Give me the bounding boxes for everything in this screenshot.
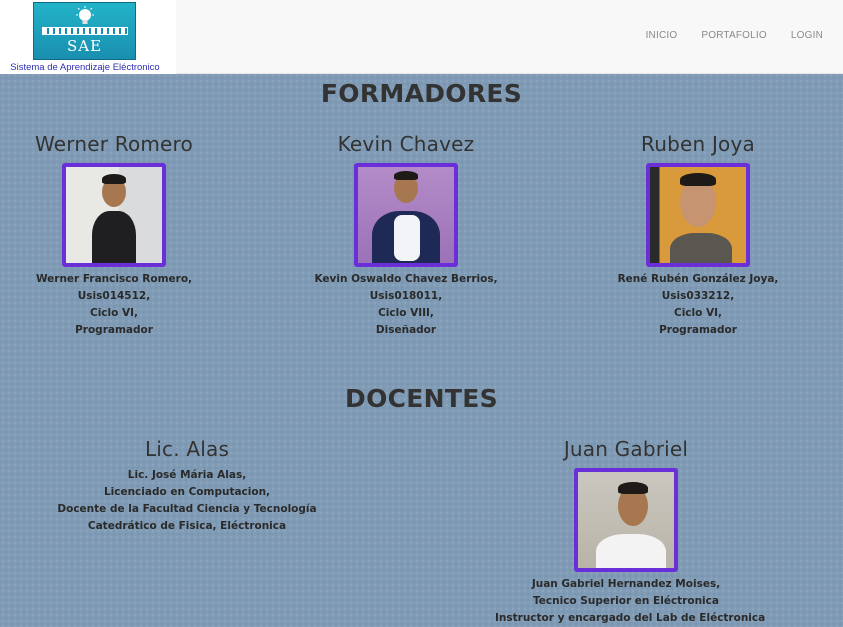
detail-line: Juan Gabriel Hernandez Moises,: [531, 578, 721, 590]
nav-links: INICIO PORTAFOLIO LOGIN: [646, 30, 823, 41]
detail-line: Usis018011,: [369, 290, 443, 302]
docente-name: Juan Gabriel: [563, 437, 689, 461]
formador-photo: [646, 163, 750, 267]
logo-text: SAE: [66, 37, 103, 55]
docente-name: Lic. Alas: [144, 437, 230, 461]
detail-line: Usis033212,: [661, 290, 735, 302]
formador-name: Werner Romero: [35, 132, 193, 156]
detail-line: René Rubén González Joya,: [617, 273, 779, 285]
formador-card-werner: Werner Romero Werner Francisco Romero, U…: [14, 132, 214, 339]
docente-card-juan: Juan Gabriel Juan Gabriel Hernandez Mois…: [495, 437, 766, 627]
nav-link-login[interactable]: LOGIN: [791, 30, 823, 41]
formador-card-kevin: Kevin Chavez Kevin Oswaldo Chavez Berrio…: [306, 132, 506, 339]
docente-details: Lic. José Mária Alas, Licenciado en Comp…: [52, 467, 322, 535]
formadores-heading: FORMADORES: [320, 79, 523, 108]
nav-link-inicio[interactable]: INICIO: [646, 30, 678, 41]
lightbulb-icon: [76, 6, 94, 24]
formador-name: Kevin Chavez: [337, 132, 475, 156]
formador-details: Werner Francisco Romero, Usis014512, Cic…: [14, 271, 214, 339]
formador-photo: [354, 163, 458, 267]
detail-line: Ciclo VI,: [89, 307, 139, 319]
detail-line: Docente de la Facultad Ciencia y Tecnolo…: [57, 503, 317, 515]
detail-line: Werner Francisco Romero,: [35, 273, 193, 285]
detail-line: Lic. José Mária Alas,: [127, 469, 247, 481]
detail-line: Tecnico Superior en Eléctronica: [533, 595, 719, 607]
detail-line: Ciclo VIII,: [378, 307, 434, 319]
docente-details: Juan Gabriel Hernandez Moises, Tecnico S…: [495, 576, 766, 627]
detail-line: Usis014512,: [77, 290, 151, 302]
detail-line: Catedrático de Fisica, Eléctronica: [87, 520, 287, 532]
formador-details: Kevin Oswaldo Chavez Berrios, Usis018011…: [306, 271, 506, 339]
docentes-heading: DOCENTES: [345, 384, 498, 413]
formador-name: Ruben Joya: [641, 132, 755, 156]
detail-line: Instructor y encargado del Lab de Eléctr…: [495, 612, 766, 624]
docente-card-alas: Lic. Alas Lic. José Mária Alas, Licencia…: [52, 437, 322, 535]
keyboard-graphic: [42, 27, 128, 35]
detail-line: Licenciado en Computacion,: [103, 486, 271, 498]
detail-line: Kevin Oswaldo Chavez Berrios,: [314, 273, 498, 285]
top-navbar: SAE Sistema de Aprendizaje Eléctronico I…: [0, 0, 843, 74]
detail-line: Programador: [659, 324, 737, 336]
formador-photo: [62, 163, 166, 267]
brand-subtitle[interactable]: Sistema de Aprendizaje Eléctronico: [0, 62, 170, 73]
nav-link-portafolio[interactable]: PORTAFOLIO: [701, 30, 767, 41]
formador-card-ruben: Ruben Joya René Rubén González Joya, Usi…: [598, 132, 798, 339]
brand-block[interactable]: SAE Sistema de Aprendizaje Eléctronico: [0, 0, 176, 74]
sae-logo[interactable]: SAE: [33, 2, 136, 60]
detail-line: Ciclo VI,: [673, 307, 723, 319]
detail-line: Programador: [75, 324, 153, 336]
detail-line: Diseñador: [375, 324, 437, 336]
formador-details: René Rubén González Joya, Usis033212, Ci…: [598, 271, 798, 339]
docente-photo: [574, 468, 678, 572]
